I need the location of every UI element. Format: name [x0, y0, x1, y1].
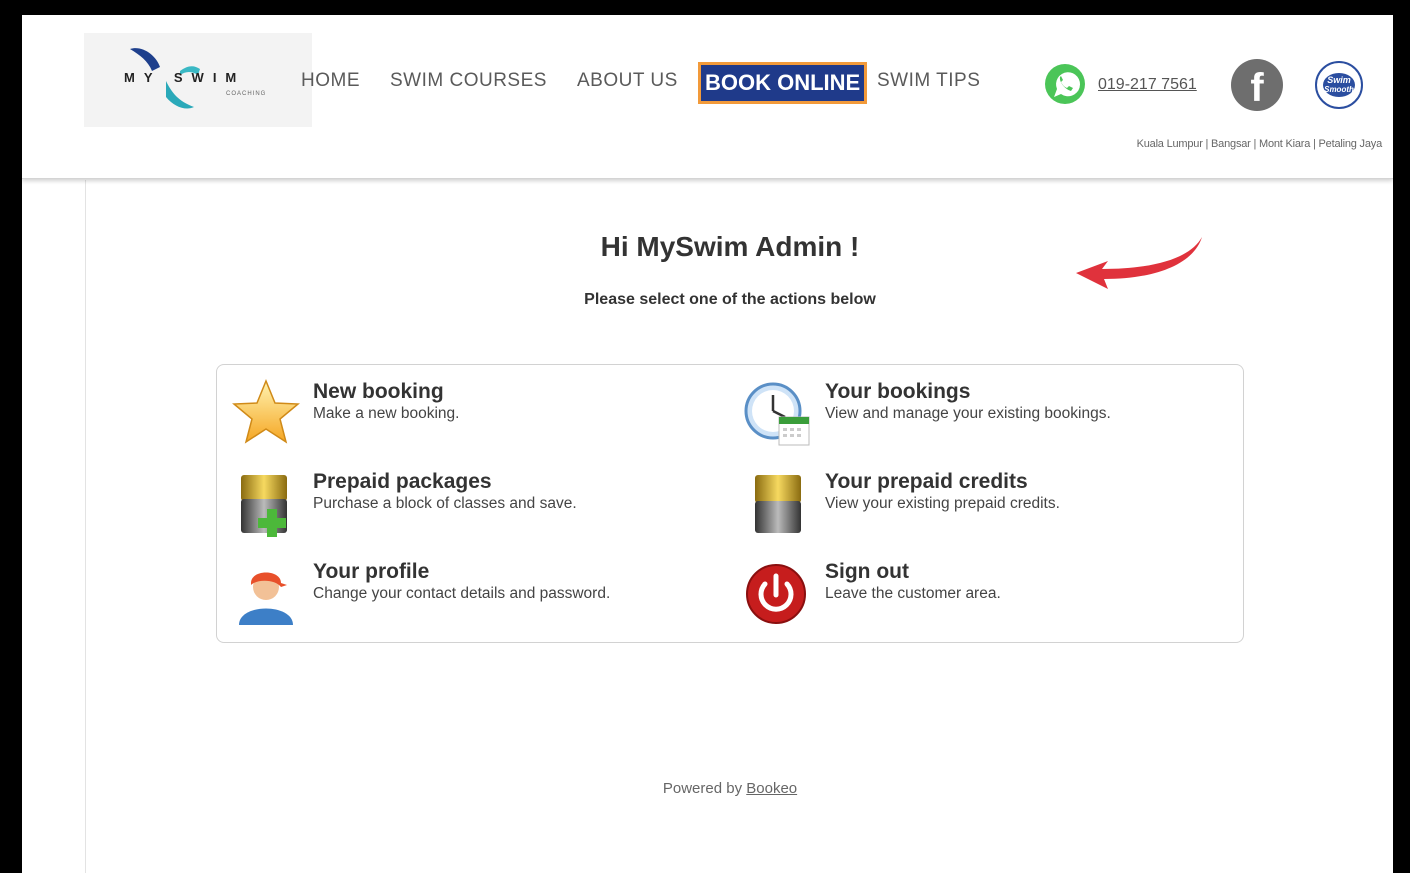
logo-wordmark: MY SWIM	[124, 70, 246, 85]
action-description: View and manage your existing bookings.	[825, 405, 1111, 422]
browser-page: MY SWIM COACHING HOME SWIM COURSES ABOUT…	[22, 15, 1393, 873]
annotation-arrow-icon	[1076, 237, 1202, 289]
action-description: View your existing prepaid credits.	[825, 495, 1060, 512]
phone-number-link[interactable]: 019-217 7561	[1098, 76, 1197, 94]
actions-panel: New booking Make a new booking. Your boo…	[216, 364, 1244, 643]
myswim-logo[interactable]: MY SWIM COACHING	[84, 33, 312, 127]
action-title: Your bookings	[825, 380, 971, 403]
whatsapp-icon[interactable]	[1044, 63, 1086, 105]
action-description: Make a new booking.	[313, 405, 460, 422]
powered-by-text: Powered by	[662, 780, 743, 797]
bookeo-link[interactable]: Bookeo	[746, 780, 797, 797]
star-icon	[232, 379, 300, 444]
nav-book-online[interactable]: BOOK ONLINE	[698, 62, 868, 104]
logo-subtitle: COACHING	[226, 91, 267, 97]
battery-icon	[755, 475, 801, 533]
action-sign-out[interactable]: Sign out Leave the customer area.	[743, 559, 1223, 629]
nav-swim-tips[interactable]: SWIM TIPS	[877, 70, 980, 92]
site-header: MY SWIM COACHING HOME SWIM COURSES ABOUT…	[22, 15, 1393, 179]
action-description: Purchase a block of classes and save.	[313, 495, 577, 512]
power-icon	[746, 564, 806, 624]
action-description: Leave the customer area.	[825, 585, 1001, 602]
nav-home[interactable]: HOME	[301, 70, 360, 92]
clock-calendar-icon	[744, 382, 810, 446]
action-new-booking[interactable]: New booking Make a new booking.	[231, 379, 711, 449]
svg-text:Swim: Swim	[1327, 75, 1351, 85]
action-prepaid-packages[interactable]: Prepaid packages Purchase a block of cla…	[231, 469, 711, 539]
action-title: Your prepaid credits	[825, 470, 1028, 493]
action-your-bookings[interactable]: Your bookings View and manage your exist…	[743, 379, 1223, 449]
action-your-profile[interactable]: Your profile Change your contact details…	[231, 559, 711, 629]
nav-about-us[interactable]: ABOUT US	[577, 70, 678, 92]
nav-swim-courses[interactable]: SWIM COURSES	[390, 70, 547, 92]
action-description: Change your contact details and password…	[313, 585, 611, 602]
swim-smooth-icon[interactable]: Swim Smooth	[1314, 60, 1364, 110]
action-title: Your profile	[313, 560, 430, 583]
content-divider	[85, 180, 86, 873]
locations-text: Kuala Lumpur | Bangsar | Mont Kiara | Pe…	[1136, 138, 1383, 150]
action-title: New booking	[313, 380, 444, 403]
action-title: Sign out	[825, 560, 909, 583]
action-title: Prepaid packages	[313, 470, 492, 493]
user-icon	[239, 572, 293, 625]
action-your-prepaid-credits[interactable]: Your prepaid credits View your existing …	[743, 469, 1223, 539]
battery-add-icon	[241, 475, 287, 537]
footer: Powered by Bookeo	[22, 780, 1393, 797]
facebook-icon[interactable]: f	[1231, 59, 1283, 111]
svg-text:Smooth: Smooth	[1324, 85, 1354, 94]
instruction-text: Please select one of the actions below	[584, 291, 876, 308]
